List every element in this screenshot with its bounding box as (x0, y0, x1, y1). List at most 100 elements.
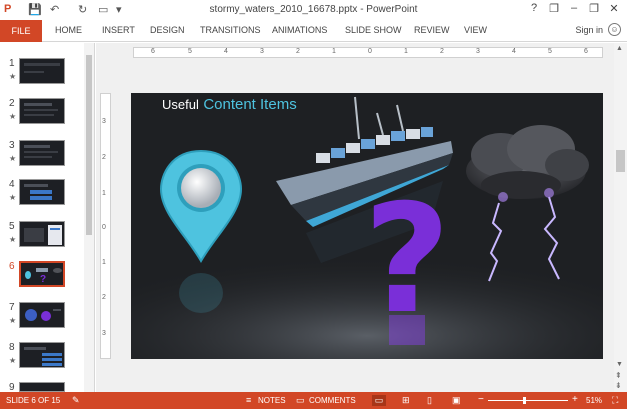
editor-scroll-thumb[interactable] (616, 150, 625, 172)
slide-preview (19, 58, 65, 84)
ruler-tick-label: 3 (260, 48, 264, 55)
slide-preview (19, 98, 65, 124)
slide-number: 7 (9, 302, 15, 313)
slide-canvas[interactable]: ? Useful Content Items (131, 93, 603, 359)
slide-thumbnail-4[interactable]: 4 ★ (0, 179, 82, 217)
ruler-tick-label: 5 (188, 48, 192, 55)
comments-button[interactable]: COMMENTS (309, 396, 356, 405)
animation-star-icon: ★ (9, 72, 17, 81)
ruler-tick-label: 1 (332, 48, 336, 55)
question-mark-icon: ? (363, 173, 450, 347)
animation-star-icon: ★ (9, 154, 17, 163)
tab-animations[interactable]: ANIMATIONS (272, 25, 327, 35)
slide-number: 4 (9, 179, 15, 190)
slides-panel-scroll-thumb[interactable] (86, 55, 92, 235)
tab-insert[interactable]: INSERT (102, 25, 135, 35)
ruler-tick-label: 3 (102, 330, 106, 337)
ribbon-tabs: FILE HOME INSERT DESIGN TRANSITIONS ANIM… (0, 20, 627, 42)
tab-design[interactable]: DESIGN (150, 25, 185, 35)
slide-number: 8 (9, 342, 15, 353)
animation-star-icon: ★ (9, 193, 17, 202)
slide-show-icon[interactable]: ▣ (452, 395, 461, 406)
ruler-tick-label: 4 (224, 48, 228, 55)
ruler-tick-label: 1 (102, 259, 106, 266)
ruler-tick-label: 4 (512, 48, 516, 55)
ruler-tick-label: 2 (102, 294, 106, 301)
normal-view-icon[interactable]: ▭ (372, 395, 386, 406)
ruler-tick-label: 1 (404, 48, 408, 55)
next-slide-icon[interactable]: ⇟ (615, 381, 622, 390)
slide-artwork: ? (131, 96, 603, 359)
slide-sorter-icon[interactable]: ⊞ (402, 395, 410, 406)
minimize-button[interactable]: – (565, 2, 583, 14)
zoom-in-button[interactable]: + (572, 394, 578, 405)
tab-transitions[interactable]: TRANSITIONS (200, 25, 261, 35)
status-bar: SLIDE 6 OF 15 ✎ ≡ NOTES ▭ COMMENTS ▭ ⊞ ▯… (0, 392, 627, 409)
slide-heading: Useful Content Items (162, 96, 297, 114)
tab-review[interactable]: REVIEW (414, 25, 450, 35)
horizontal-ruler: 6 5 4 3 2 1 0 1 2 3 4 5 6 (133, 47, 603, 58)
slide-thumbnail-8[interactable]: 8 ★ (0, 342, 82, 380)
slide-number: 6 (9, 261, 15, 272)
ruler-tick-label: 6 (584, 48, 588, 55)
tab-file[interactable]: FILE (0, 20, 42, 42)
title-bar: P 💾 ↶ ↻ ▭ ▾ stormy_waters_2010_16678.ppt… (0, 0, 627, 20)
slide-thumbnail-2[interactable]: 2 ★ (0, 98, 82, 136)
slide-thumbnail-3[interactable]: 3 ★ (0, 140, 82, 178)
ruler-tick-label: 2 (102, 154, 106, 161)
ruler-tick-label: 3 (102, 118, 106, 125)
zoom-out-button[interactable]: − (478, 394, 484, 405)
slide-preview (19, 342, 65, 368)
notes-button[interactable]: NOTES (258, 396, 286, 405)
slide-number: 5 (9, 221, 15, 232)
comments-icon: ▭ (296, 395, 305, 405)
spelling-check-icon[interactable]: ✎ (72, 395, 80, 406)
help-button[interactable]: ? (525, 2, 543, 14)
zoom-level[interactable]: 51% (586, 396, 602, 405)
reading-view-icon[interactable]: ▯ (427, 395, 432, 406)
slide-thumbnail-1[interactable]: 1 ★ (0, 58, 82, 96)
slides-panel: 1 ★ 2 ★ 3 ★ 4 ★ 5 ★ 6 ? 7 ★ 8 ★ 9 (0, 43, 95, 393)
tab-home[interactable]: HOME (55, 25, 82, 35)
zoom-slider[interactable] (488, 400, 568, 401)
scroll-up-icon[interactable]: ▲ (616, 45, 623, 52)
slide-counter: SLIDE 6 OF 15 (6, 396, 61, 405)
slide-thumbnail-6[interactable]: 6 ? (0, 261, 82, 299)
zoom-slider-handle[interactable] (523, 397, 526, 404)
ruler-tick-label: 0 (368, 48, 372, 55)
ruler-tick-label: 5 (548, 48, 552, 55)
slide-number: 2 (9, 98, 15, 109)
slide-thumbnail-7[interactable]: 7 ★ (0, 302, 82, 340)
slide-number: 1 (9, 58, 15, 69)
restore-button[interactable]: ❐ (585, 2, 603, 15)
tab-slide-show[interactable]: SLIDE SHOW (345, 25, 402, 35)
feedback-smiley-icon[interactable]: ☺ (608, 23, 621, 36)
tab-view[interactable]: VIEW (464, 25, 487, 35)
slide-number: 3 (9, 140, 15, 151)
slide-preview (19, 221, 65, 247)
fit-to-window-icon[interactable]: ⛶ (612, 395, 618, 406)
animation-star-icon: ★ (9, 316, 17, 325)
animation-star-icon: ★ (9, 356, 17, 365)
ruler-tick-label: 6 (151, 48, 155, 55)
vertical-ruler: 3 2 1 0 1 2 3 (100, 93, 111, 359)
notes-icon: ≡ (246, 395, 252, 405)
ruler-tick-label: 2 (296, 48, 300, 55)
slide-thumbnail-5[interactable]: 5 ★ (0, 221, 82, 259)
previous-slide-icon[interactable]: ⇞ (615, 371, 622, 380)
slide-preview (19, 179, 65, 205)
slide-preview: ? (19, 261, 65, 287)
close-button[interactable]: ✕ (605, 2, 623, 15)
ribbon-display-options-button[interactable]: ❐ (545, 2, 563, 15)
ruler-tick-label: 0 (102, 224, 106, 231)
slide-preview (19, 302, 65, 328)
ruler-tick-label: 3 (476, 48, 480, 55)
editor-scrollbar[interactable]: ▲ ▼ ⇞ ⇟ (614, 43, 627, 392)
animation-star-icon: ★ (9, 112, 17, 121)
heading-prefix: Useful (162, 97, 199, 112)
animation-star-icon: ★ (9, 235, 17, 244)
sign-in-link[interactable]: Sign in (575, 25, 603, 35)
scroll-down-icon[interactable]: ▼ (616, 361, 623, 368)
slide-preview (19, 382, 65, 392)
ruler-tick-label: 1 (102, 190, 106, 197)
